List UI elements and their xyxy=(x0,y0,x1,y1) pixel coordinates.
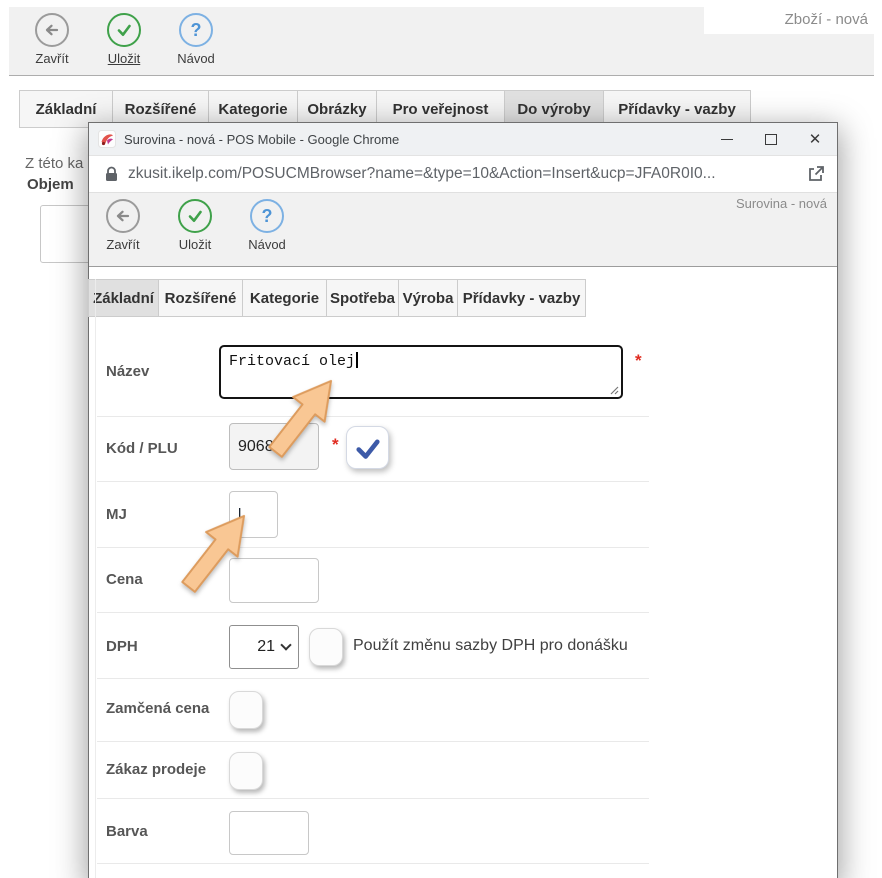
minimize-icon xyxy=(721,139,733,140)
row-divider xyxy=(97,547,649,548)
row-divider xyxy=(97,416,649,417)
code-plu-value: 9068 xyxy=(238,438,274,456)
code-plu-label: Kód / PLU xyxy=(106,440,178,457)
required-asterisk: * xyxy=(635,351,642,371)
close-window-button[interactable]: ✕ xyxy=(793,123,837,156)
popup-window: Surovina - nová - POS Mobile - Google Ch… xyxy=(88,122,838,878)
popup-save-button[interactable]: Uložit xyxy=(163,199,227,252)
name-label: Název xyxy=(106,363,149,380)
vat-delivery-checkbox[interactable] xyxy=(309,628,343,666)
volume-label: Objem xyxy=(27,176,74,193)
resize-grip-icon[interactable] xyxy=(609,385,619,395)
vat-delivery-checkbox-label: Použít změnu sazby DPH pro donášku xyxy=(353,637,628,655)
clipped-paragraph: Z této ka xyxy=(25,155,83,172)
url-text: zkusit.ikelp.com/POSUCMBrowser?name=&typ… xyxy=(128,165,807,183)
popup-help-label: Návod xyxy=(235,237,299,252)
form-left-divider xyxy=(95,279,96,878)
text-caret xyxy=(356,352,358,368)
close-icon: ✕ xyxy=(809,130,822,148)
question-mark-icon: ? xyxy=(250,199,284,233)
close-button[interactable]: Zavřít xyxy=(20,13,84,66)
color-input[interactable] xyxy=(229,811,309,855)
lock-icon xyxy=(105,166,118,182)
help-button[interactable]: ? Návod xyxy=(164,13,228,66)
ikelp-favicon-icon xyxy=(98,130,116,148)
price-input[interactable] xyxy=(229,558,319,603)
page-title: Zboží - nová xyxy=(785,11,868,28)
name-value: Fritovací olej xyxy=(229,353,355,370)
popup-toolbar: Zavřít Uložit ? Návod Surovina - nová xyxy=(89,193,837,267)
row-divider xyxy=(97,798,649,799)
tab-pridavky-vazby[interactable]: Přídavky - vazby xyxy=(457,279,586,317)
name-textarea[interactable]: Fritovací olej xyxy=(219,345,623,399)
popup-page-title: Surovina - nová xyxy=(736,196,827,211)
locked-price-label: Zamčená cena xyxy=(106,700,209,717)
row-divider xyxy=(97,863,649,864)
popup-close-label: Zavřít xyxy=(91,237,155,252)
vat-value: 21 xyxy=(257,638,275,656)
tab-kategorie[interactable]: Kategorie xyxy=(242,279,327,317)
minimize-button[interactable] xyxy=(705,123,749,156)
popup-close-button[interactable]: Zavřít xyxy=(91,199,155,252)
save-button-label: Uložit xyxy=(92,51,156,66)
check-icon xyxy=(107,13,141,47)
chevron-down-icon xyxy=(280,639,291,650)
save-button[interactable]: Uložit xyxy=(92,13,156,66)
open-external-icon[interactable] xyxy=(807,165,825,183)
price-label: Cena xyxy=(106,571,143,588)
window-title: Surovina - nová - POS Mobile - Google Ch… xyxy=(124,132,705,147)
check-icon xyxy=(178,199,212,233)
popup-tab-bar: Základní Rozšířené Kategorie Spotřeba Vý… xyxy=(89,279,586,317)
blue-check-icon xyxy=(351,431,385,465)
help-button-label: Návod xyxy=(164,51,228,66)
vat-label: DPH xyxy=(106,638,138,655)
maximize-button[interactable] xyxy=(749,123,793,156)
row-divider xyxy=(97,481,649,482)
tab-rozsirene[interactable]: Rozšířené xyxy=(158,279,243,317)
confirm-code-button[interactable] xyxy=(346,426,389,469)
vat-select[interactable]: 21 xyxy=(229,625,299,669)
background-toolbar: Zavřít Uložit ? Návod Zboží - nová xyxy=(9,7,874,76)
locked-price-checkbox[interactable] xyxy=(229,691,263,729)
unit-value: l xyxy=(238,506,241,523)
sale-ban-checkbox[interactable] xyxy=(229,752,263,790)
tab-spotreba[interactable]: Spotřeba xyxy=(326,279,399,317)
code-plu-input[interactable]: 9068 xyxy=(229,423,319,470)
unit-label: MJ xyxy=(106,506,127,523)
address-bar[interactable]: zkusit.ikelp.com/POSUCMBrowser?name=&typ… xyxy=(89,156,837,193)
close-button-label: Zavřít xyxy=(20,51,84,66)
tab-vyroba[interactable]: Výroba xyxy=(398,279,458,317)
back-arrow-icon xyxy=(106,199,140,233)
color-label: Barva xyxy=(106,823,148,840)
required-asterisk: * xyxy=(332,435,339,455)
popup-titlebar: Surovina - nová - POS Mobile - Google Ch… xyxy=(89,123,837,156)
sale-ban-label: Zákaz prodeje xyxy=(106,761,206,778)
tab-zakladni[interactable]: Základní xyxy=(88,279,159,317)
row-divider xyxy=(97,741,649,742)
popup-help-button[interactable]: ? Návod xyxy=(235,199,299,252)
maximize-icon xyxy=(765,134,777,145)
popup-save-label: Uložit xyxy=(163,237,227,252)
back-arrow-icon xyxy=(35,13,69,47)
row-divider xyxy=(97,678,649,679)
row-divider xyxy=(97,612,649,613)
question-mark-icon: ? xyxy=(179,13,213,47)
unit-input[interactable]: l xyxy=(229,491,278,538)
